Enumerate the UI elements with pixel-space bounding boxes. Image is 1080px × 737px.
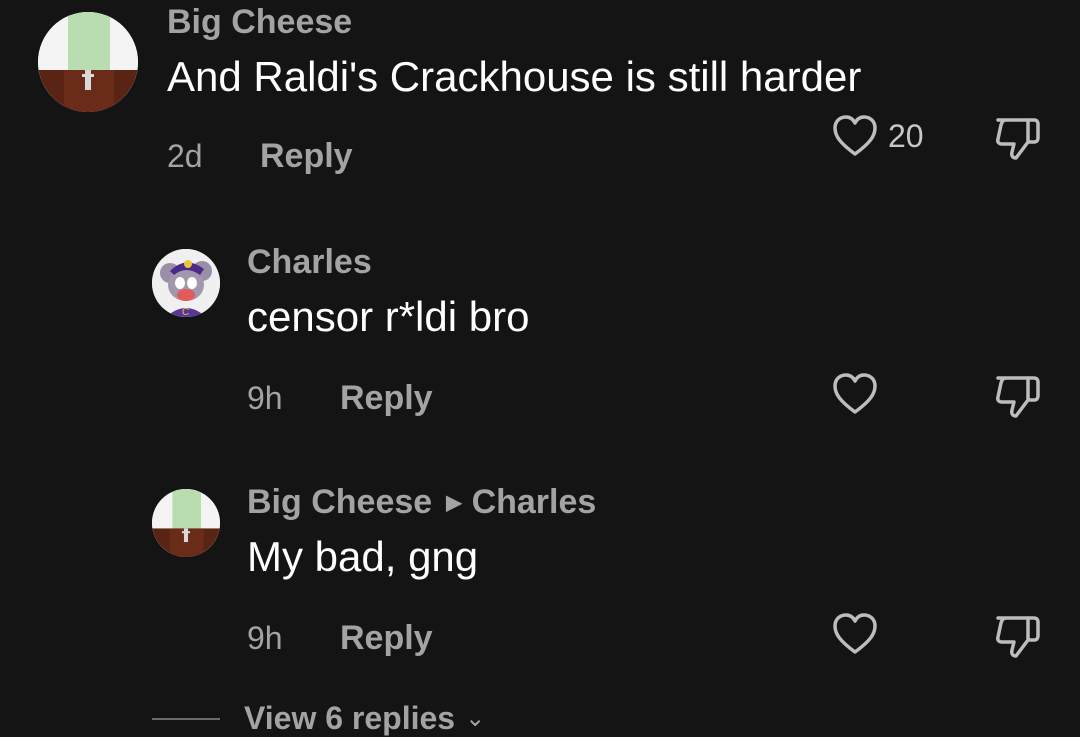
reply-button[interactable]: Reply bbox=[340, 618, 433, 658]
avatar-charles[interactable]: C bbox=[152, 249, 220, 317]
heart-icon bbox=[833, 373, 877, 414]
mouse-mascot-avatar-icon: C bbox=[152, 249, 220, 317]
divider bbox=[152, 717, 220, 720]
reply-arrow-icon: ▶ bbox=[446, 492, 462, 514]
avatar-big-cheese[interactable] bbox=[38, 12, 138, 112]
reply-to-author[interactable]: Charles bbox=[472, 483, 597, 521]
chevron-down-icon: ⌄ bbox=[465, 705, 486, 732]
avatar-big-cheese[interactable] bbox=[152, 489, 220, 557]
comment-author[interactable]: Charles bbox=[247, 242, 372, 282]
reply-button[interactable]: Reply bbox=[260, 136, 353, 176]
dislike-button[interactable] bbox=[994, 372, 1042, 425]
comment-text: censor r*ldi bro bbox=[247, 293, 530, 340]
heart-icon bbox=[833, 115, 877, 156]
comment-author-line: Big Cheese ▶ Charles bbox=[247, 482, 596, 523]
comment-author[interactable]: Big Cheese bbox=[247, 483, 432, 521]
heart-icon bbox=[833, 613, 877, 654]
view-replies-button[interactable]: View 6 replies ⌄ bbox=[152, 700, 485, 737]
like-button[interactable]: 20 bbox=[832, 114, 924, 158]
thumbs-down-icon bbox=[996, 118, 1040, 160]
view-replies-label: View 6 replies bbox=[244, 700, 456, 736]
like-button[interactable] bbox=[832, 372, 878, 416]
green-block-avatar-icon bbox=[38, 12, 138, 112]
comment-timestamp: 9h bbox=[247, 620, 283, 656]
comment-timestamp: 9h bbox=[247, 380, 283, 416]
green-block-avatar-icon bbox=[152, 489, 220, 557]
dislike-button[interactable] bbox=[994, 612, 1042, 665]
dislike-button[interactable] bbox=[994, 114, 1042, 167]
thumbs-down-icon bbox=[996, 616, 1040, 658]
comment-timestamp: 2d bbox=[167, 138, 203, 174]
thumbs-down-icon bbox=[996, 376, 1040, 418]
comment-author[interactable]: Big Cheese bbox=[167, 2, 352, 42]
svg-text:C: C bbox=[182, 307, 189, 317]
reply-button[interactable]: Reply bbox=[340, 378, 433, 418]
comment-text: My bad, gng bbox=[247, 533, 479, 580]
like-count: 20 bbox=[888, 118, 924, 154]
like-button[interactable] bbox=[832, 612, 878, 656]
comment-text: And Raldi's Crackhouse is still harder bbox=[167, 53, 862, 100]
